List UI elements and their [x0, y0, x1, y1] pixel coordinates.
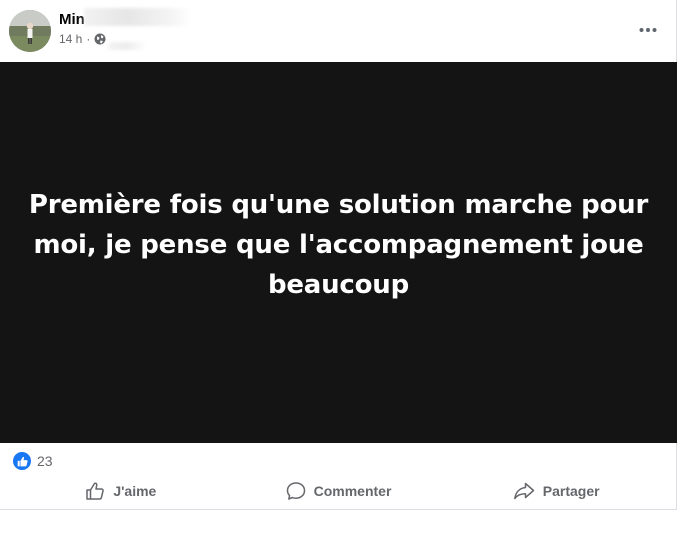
reaction-summary[interactable]: 23: [13, 451, 53, 471]
like-button[interactable]: J'aime: [12, 474, 230, 508]
share-button[interactable]: Partager: [447, 474, 665, 508]
author-name[interactable]: Min: [59, 11, 85, 28]
redacted-name: [84, 8, 192, 26]
post-time[interactable]: 14 h: [59, 32, 82, 46]
comment-button[interactable]: Commenter: [230, 474, 448, 508]
more-options-button[interactable]: [634, 16, 662, 44]
share-button-label: Partager: [542, 483, 600, 499]
comment-button-label: Commenter: [313, 483, 392, 499]
post-text: Première fois qu'une solution marche pou…: [28, 190, 649, 300]
like-button-label: J'aime: [113, 483, 157, 499]
share-arrow-icon: [513, 482, 535, 500]
more-dots-icon: [639, 28, 657, 32]
post-card: Min 14 h · Première fois qu'une solution…: [0, 0, 677, 510]
post-meta: 14 h ·: [59, 32, 106, 46]
globe-icon: [94, 33, 106, 45]
action-bar: J'aime Commenter Partager: [12, 474, 665, 508]
like-icon: [13, 452, 31, 470]
redacted-meta: [108, 42, 146, 50]
reaction-count: 23: [37, 453, 53, 469]
thumbs-up-icon: [86, 482, 105, 500]
comment-icon: [286, 482, 305, 500]
post-text-background: Première fois qu'une solution marche pou…: [0, 62, 677, 443]
avatar[interactable]: [9, 10, 51, 52]
meta-separator: ·: [86, 32, 91, 46]
post-header: Min 14 h ·: [0, 0, 676, 62]
